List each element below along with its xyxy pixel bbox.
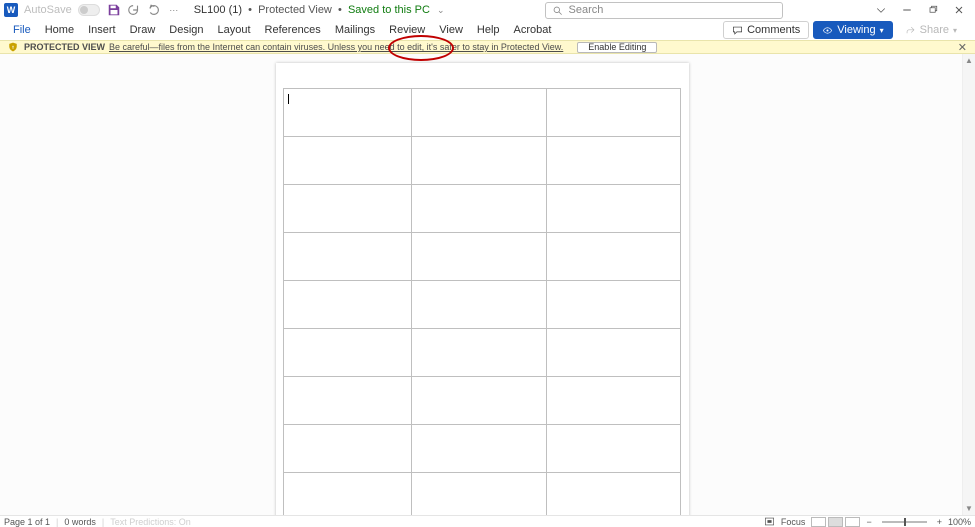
tab-layout[interactable]: Layout [211, 20, 258, 40]
print-layout-button[interactable] [828, 517, 843, 527]
chevron-down-icon[interactable]: ⌄ [437, 5, 445, 15]
viewing-label: Viewing [837, 24, 875, 36]
close-icon[interactable] [953, 4, 965, 16]
redo-icon[interactable] [147, 3, 161, 17]
share-button[interactable]: Share ▾ [897, 21, 965, 39]
tab-insert[interactable]: Insert [81, 20, 123, 40]
page [276, 63, 689, 515]
eye-icon [822, 25, 833, 36]
protected-view-message[interactable]: Be careful—files from the Internet can c… [109, 42, 563, 52]
tab-file[interactable]: File [6, 20, 38, 40]
doc-saved-state: Saved to this PC [348, 4, 430, 16]
ribbon-options-icon[interactable] [875, 4, 887, 16]
chevron-down-icon: ▾ [953, 26, 957, 35]
table-row [284, 425, 681, 473]
ribbon-tabs: File Home Insert Draw Design Layout Refe… [0, 20, 975, 40]
scroll-up-icon[interactable]: ▲ [963, 54, 975, 67]
chevron-down-icon: ▾ [880, 26, 884, 35]
share-label: Share [920, 24, 949, 36]
save-icon[interactable] [107, 3, 121, 17]
comment-icon [732, 25, 743, 36]
document-title: SL100 (1) • Protected View • Saved to th… [194, 4, 445, 16]
read-mode-button[interactable] [811, 517, 826, 527]
shield-icon [8, 42, 18, 52]
table-row [284, 185, 681, 233]
status-bar: Page 1 of 1 | 0 words | Text Predictions… [0, 515, 975, 527]
search-placeholder: Search [569, 4, 604, 16]
doc-name: SL100 (1) [194, 4, 242, 16]
undo-icon[interactable] [127, 3, 141, 17]
tab-help[interactable]: Help [470, 20, 507, 40]
tab-design[interactable]: Design [162, 20, 210, 40]
autosave-label: AutoSave [24, 4, 72, 16]
table-row [284, 473, 681, 516]
table-row [284, 377, 681, 425]
tab-references[interactable]: References [258, 20, 328, 40]
table-row [284, 233, 681, 281]
tab-view[interactable]: View [432, 20, 470, 40]
text-predictions[interactable]: Text Predictions: On [110, 517, 191, 527]
tab-review[interactable]: Review [382, 20, 432, 40]
minimize-icon[interactable] [901, 4, 913, 16]
doc-mode: Protected View [258, 4, 332, 16]
zoom-out-button[interactable]: − [866, 517, 871, 527]
comments-button[interactable]: Comments [723, 21, 809, 39]
tab-draw[interactable]: Draw [123, 20, 163, 40]
restore-icon[interactable] [927, 4, 939, 16]
tab-home[interactable]: Home [38, 20, 81, 40]
enable-editing-button[interactable]: Enable Editing [577, 42, 657, 53]
app-icon: W [4, 3, 18, 17]
table-row [284, 89, 681, 137]
document-table[interactable] [283, 88, 681, 515]
text-cursor [288, 94, 289, 104]
search-input[interactable]: Search [545, 2, 783, 19]
table-row [284, 281, 681, 329]
table-row [284, 329, 681, 377]
qat-customize-icon[interactable]: ⋯ [167, 3, 181, 17]
protected-view-bar: PROTECTED VIEW Be careful—files from the… [0, 40, 975, 54]
web-layout-button[interactable] [845, 517, 860, 527]
document-canvas: ▲ ▼ [0, 54, 975, 515]
focus-icon[interactable] [764, 516, 775, 527]
comments-label: Comments [747, 24, 800, 36]
title-bar: W AutoSave ⋯ SL100 (1) • Protected View … [0, 0, 975, 20]
focus-label[interactable]: Focus [781, 517, 806, 527]
table-row [284, 137, 681, 185]
scroll-down-icon[interactable]: ▼ [963, 502, 975, 515]
view-mode-buttons [811, 517, 860, 527]
word-count[interactable]: 0 words [64, 517, 96, 527]
tab-mailings[interactable]: Mailings [328, 20, 382, 40]
zoom-slider[interactable] [882, 521, 927, 523]
share-icon [905, 25, 916, 36]
zoom-in-button[interactable]: + [937, 517, 942, 527]
zoom-level[interactable]: 100% [948, 517, 971, 527]
vertical-scrollbar[interactable]: ▲ ▼ [962, 54, 975, 515]
protected-view-title: PROTECTED VIEW [24, 42, 105, 52]
search-icon [552, 5, 563, 16]
page-info[interactable]: Page 1 of 1 [4, 517, 50, 527]
tab-acrobat[interactable]: Acrobat [507, 20, 559, 40]
autosave-toggle[interactable] [78, 4, 100, 16]
viewing-mode-button[interactable]: Viewing ▾ [813, 21, 892, 39]
close-bar-icon[interactable]: ✕ [958, 41, 967, 54]
